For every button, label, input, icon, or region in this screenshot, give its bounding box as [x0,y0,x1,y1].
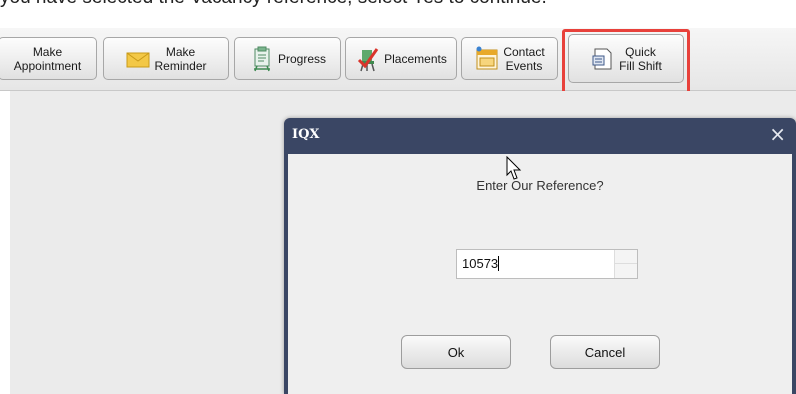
placements-chair-icon [358,47,379,71]
input-spin-button[interactable] [614,250,637,278]
close-icon[interactable]: × [769,121,786,147]
reference-input[interactable]: 10573 [456,249,638,279]
placements-label: Placements [384,51,447,66]
envelope-icon [126,52,150,67]
dialog-body: Enter Our Reference? 10573 Ok Cancel [288,154,792,394]
make-reminder-label-line2: Reminder [154,58,207,73]
progress-button[interactable]: Progress [234,37,341,80]
make-appointment-label-line1: Make [32,44,63,59]
dialog-title: IQX [292,127,320,142]
text-caret [498,256,500,271]
instruction-text: you have selected the Vacancy reference,… [0,0,796,10]
make-reminder-label-line1: Make [165,44,196,59]
make-appointment-label-line2: Appointment [13,58,82,73]
contact-events-label-line2: Events [505,58,543,73]
contact-events-button[interactable]: Contact Events [461,37,558,80]
content-left-strip [0,91,10,394]
reference-input-value: 10573 [462,256,499,271]
mouse-cursor-icon [506,156,522,180]
make-reminder-button[interactable]: Make Reminder [103,37,229,80]
dialog-prompt: Enter Our Reference? [476,178,604,193]
iqx-dialog: IQX × Enter Our Reference? 10573 Ok Canc… [284,118,796,394]
make-appointment-button[interactable]: Make Appointment [0,37,97,80]
placements-button[interactable]: Placements [345,37,457,80]
progress-label: Progress [277,51,327,66]
quick-fill-shift-highlight [562,29,690,95]
calendar-icon [476,46,498,69]
ok-button[interactable]: Ok [401,335,511,369]
progress-clipboard-icon [253,46,270,71]
contact-events-label-line1: Contact [503,44,545,59]
cancel-button[interactable]: Cancel [550,335,660,369]
